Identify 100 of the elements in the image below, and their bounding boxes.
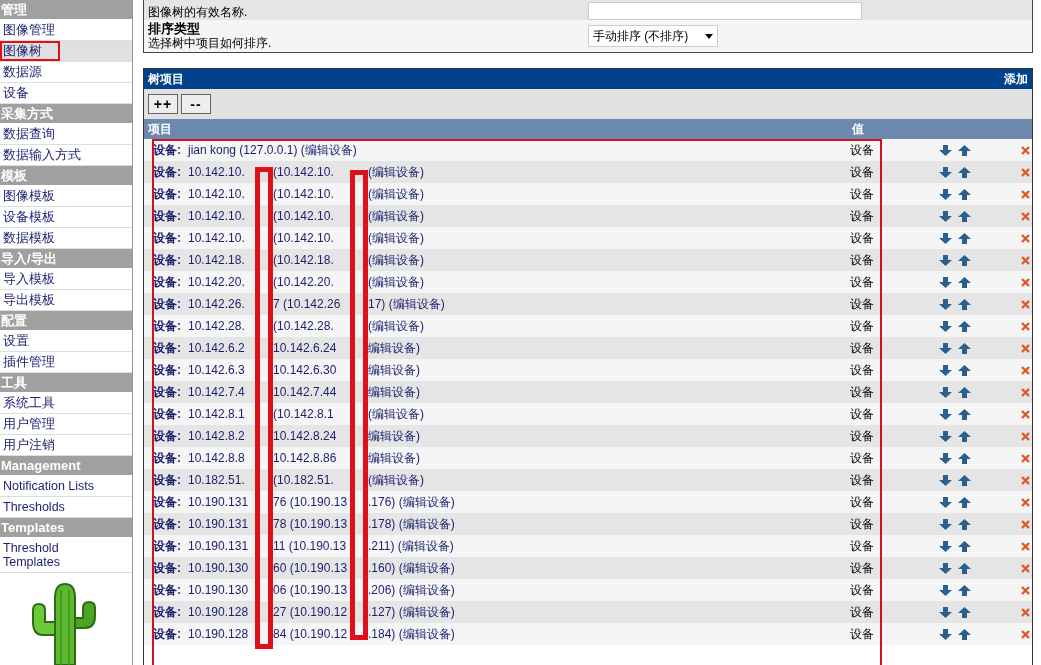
device-link[interactable]: 10.190.131 bbox=[188, 493, 255, 511]
move-down-icon[interactable] bbox=[939, 408, 952, 420]
delete-icon[interactable] bbox=[1021, 365, 1030, 375]
add-link[interactable]: 添加 bbox=[1004, 70, 1028, 88]
sidebar-link[interactable]: Thresholds bbox=[3, 500, 65, 514]
sidebar-link[interactable]: 图像模板 bbox=[3, 189, 55, 203]
move-down-icon[interactable] bbox=[939, 452, 952, 464]
delete-icon[interactable] bbox=[1021, 277, 1030, 287]
device-link[interactable]: .184) (编辑设备) bbox=[368, 625, 455, 643]
move-up-icon[interactable] bbox=[958, 166, 971, 178]
device-link[interactable]: 编辑设备) bbox=[368, 339, 420, 357]
sidebar-link[interactable]: 插件管理 bbox=[3, 355, 55, 369]
delete-icon[interactable] bbox=[1021, 497, 1030, 507]
sidebar-link[interactable]: Notification Lists bbox=[3, 479, 94, 493]
delete-icon[interactable] bbox=[1021, 607, 1030, 617]
move-down-icon[interactable] bbox=[939, 232, 952, 244]
device-link[interactable]: (10.142.10. bbox=[273, 229, 368, 247]
move-down-icon[interactable] bbox=[939, 386, 952, 398]
move-up-icon[interactable] bbox=[958, 518, 971, 530]
move-up-icon[interactable] bbox=[958, 232, 971, 244]
move-down-icon[interactable] bbox=[939, 320, 952, 332]
delete-icon[interactable] bbox=[1021, 475, 1030, 485]
device-link[interactable]: 76 (10.190.13 bbox=[273, 493, 368, 511]
delete-icon[interactable] bbox=[1021, 387, 1030, 397]
device-link[interactable]: .176) (编辑设备) bbox=[368, 493, 455, 511]
device-link[interactable]: 10.142.8.86 bbox=[273, 449, 368, 467]
delete-icon[interactable] bbox=[1021, 563, 1030, 573]
delete-icon[interactable] bbox=[1021, 585, 1030, 595]
device-link[interactable]: 10.142.6.2 bbox=[188, 339, 255, 357]
device-link[interactable]: (编辑设备) bbox=[368, 471, 424, 489]
move-up-icon[interactable] bbox=[958, 628, 971, 640]
sidebar-link[interactable]: Threshold Templates bbox=[3, 541, 103, 569]
move-down-icon[interactable] bbox=[939, 298, 952, 310]
move-down-icon[interactable] bbox=[939, 254, 952, 266]
device-link[interactable]: 10.142.10. bbox=[188, 207, 255, 225]
device-link[interactable]: 10.190.130 bbox=[188, 559, 255, 577]
device-link[interactable]: 10.142.8.24 bbox=[273, 427, 368, 445]
move-down-icon[interactable] bbox=[939, 430, 952, 442]
sidebar-link[interactable]: 数据模板 bbox=[3, 231, 55, 245]
sidebar-link[interactable]: 图像管理 bbox=[3, 23, 55, 37]
sidebar-link[interactable]: 系统工具 bbox=[3, 396, 55, 410]
delete-icon[interactable] bbox=[1021, 453, 1030, 463]
device-link[interactable]: 7 (10.142.26 bbox=[273, 295, 368, 313]
move-down-icon[interactable] bbox=[939, 496, 952, 508]
device-link[interactable]: 27 (10.190.12 bbox=[273, 603, 368, 621]
device-link[interactable]: 10.142.20. bbox=[188, 273, 255, 291]
device-link[interactable]: 10.142.7.44 bbox=[273, 383, 368, 401]
device-link[interactable]: 10.142.8.8 bbox=[188, 449, 255, 467]
delete-icon[interactable] bbox=[1021, 343, 1030, 353]
sort-type-dropdown[interactable]: 手动排序 (不排序) bbox=[588, 25, 718, 47]
delete-icon[interactable] bbox=[1021, 431, 1030, 441]
move-up-icon[interactable] bbox=[958, 298, 971, 310]
move-up-icon[interactable] bbox=[958, 408, 971, 420]
move-down-icon[interactable] bbox=[939, 540, 952, 552]
move-down-icon[interactable] bbox=[939, 606, 952, 618]
text-field[interactable] bbox=[588, 2, 862, 20]
device-link[interactable]: 10.142.26. bbox=[188, 295, 255, 313]
device-link[interactable]: 06 (10.190.13 bbox=[273, 581, 368, 599]
device-link[interactable]: 10.142.6.3 bbox=[188, 361, 255, 379]
device-link[interactable]: 10.182.51. bbox=[188, 471, 255, 489]
device-link[interactable]: .211) (编辑设备) bbox=[368, 537, 454, 555]
sidebar-link[interactable]: 导入模板 bbox=[3, 272, 55, 286]
device-link[interactable]: (10.142.10. bbox=[273, 185, 368, 203]
delete-icon[interactable] bbox=[1021, 519, 1030, 529]
move-up-icon[interactable] bbox=[958, 452, 971, 464]
device-link[interactable]: .206) (编辑设备) bbox=[368, 581, 455, 599]
delete-icon[interactable] bbox=[1021, 167, 1030, 177]
move-down-icon[interactable] bbox=[939, 474, 952, 486]
move-down-icon[interactable] bbox=[939, 144, 952, 156]
move-up-icon[interactable] bbox=[958, 606, 971, 618]
move-up-icon[interactable] bbox=[958, 562, 971, 574]
sidebar-link[interactable]: 用户管理 bbox=[3, 417, 55, 431]
device-link[interactable]: (编辑设备) bbox=[368, 229, 424, 247]
move-up-icon[interactable] bbox=[958, 144, 971, 156]
device-link[interactable]: (10.142.10. bbox=[273, 163, 368, 181]
delete-icon[interactable] bbox=[1021, 189, 1030, 199]
sidebar-link[interactable]: 用户注销 bbox=[3, 438, 55, 452]
device-link[interactable]: 10.142.28. bbox=[188, 317, 255, 335]
device-link[interactable]: 17) (编辑设备) bbox=[368, 295, 445, 313]
toolbar-button[interactable]: -- bbox=[181, 94, 211, 114]
delete-icon[interactable] bbox=[1021, 321, 1030, 331]
device-link[interactable]: 编辑设备) bbox=[368, 383, 420, 401]
device-link[interactable]: (编辑设备) bbox=[368, 405, 424, 423]
move-down-icon[interactable] bbox=[939, 562, 952, 574]
move-up-icon[interactable] bbox=[958, 540, 971, 552]
delete-icon[interactable] bbox=[1021, 541, 1030, 551]
sidebar-link[interactable]: 导出模板 bbox=[3, 293, 55, 307]
move-up-icon[interactable] bbox=[958, 320, 971, 332]
device-link[interactable]: 10.142.8.1 bbox=[188, 405, 255, 423]
device-link[interactable]: 编辑设备) bbox=[368, 361, 420, 379]
move-up-icon[interactable] bbox=[958, 364, 971, 376]
device-link[interactable]: .178) (编辑设备) bbox=[368, 515, 455, 533]
move-down-icon[interactable] bbox=[939, 342, 952, 354]
move-up-icon[interactable] bbox=[958, 188, 971, 200]
move-up-icon[interactable] bbox=[958, 430, 971, 442]
delete-icon[interactable] bbox=[1021, 233, 1030, 243]
device-link[interactable]: (10.142.10. bbox=[273, 207, 368, 225]
device-link[interactable]: (编辑设备) bbox=[368, 163, 424, 181]
device-link[interactable]: 10.142.18. bbox=[188, 251, 255, 269]
device-link[interactable]: 10.190.128 bbox=[188, 625, 255, 643]
